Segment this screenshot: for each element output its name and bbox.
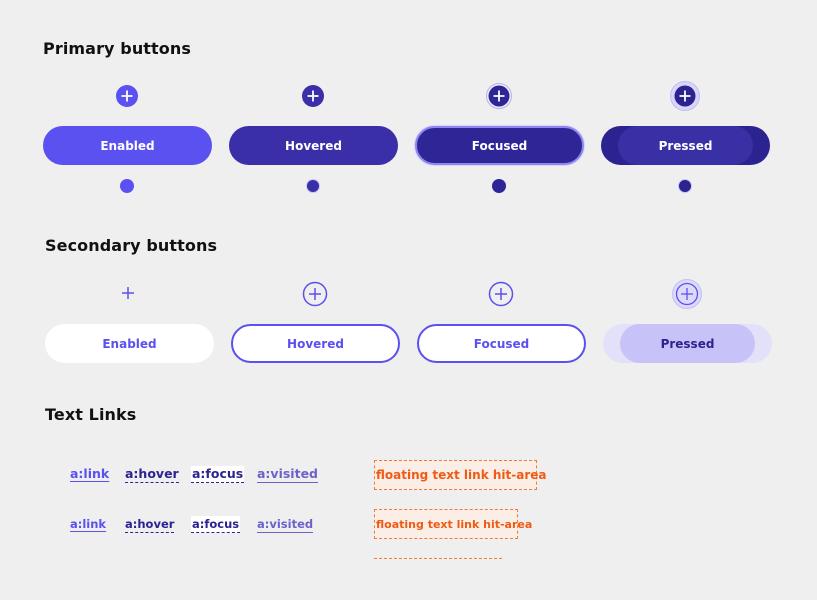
plus-circle-icon[interactable] <box>486 83 512 109</box>
link-state-hover[interactable]: a:hover <box>125 466 179 483</box>
primary-hovered-button[interactable]: Hovered <box>229 126 398 165</box>
plus-circle-icon[interactable] <box>116 85 138 107</box>
button-label: Enabled <box>100 138 155 153</box>
floating-link-hit-area[interactable]: floating text link hit-area <box>374 509 532 539</box>
button-label: Focused <box>471 138 528 153</box>
secondary-enabled-button[interactable]: Enabled <box>45 324 214 363</box>
button-label: Hovered <box>287 336 344 351</box>
link-state-link[interactable]: a:link <box>70 466 109 482</box>
plus-icon[interactable] <box>121 286 135 300</box>
link-state-link[interactable]: a:link <box>70 516 106 532</box>
link-state-focus[interactable]: a:focus <box>191 466 245 483</box>
text-links-heading: Text Links <box>45 405 137 424</box>
primary-enabled-button[interactable]: Enabled <box>43 126 212 165</box>
plus-circle-icon[interactable] <box>672 279 702 309</box>
plus-circle-icon[interactable] <box>302 281 328 307</box>
button-label: Hovered <box>285 138 342 153</box>
dot-icon[interactable] <box>678 179 692 193</box>
primary-focused-button[interactable]: Focused <box>415 126 584 165</box>
floating-link-hit-area[interactable]: floating text link hit-area <box>374 460 546 490</box>
secondary-pressed-button[interactable]: Pressed <box>603 324 772 363</box>
secondary-buttons-heading: Secondary buttons <box>45 236 218 255</box>
link-state-focus[interactable]: a:focus <box>191 516 241 533</box>
secondary-focused-button[interactable]: Focused <box>417 324 586 363</box>
plus-circle-icon[interactable] <box>670 81 700 111</box>
plus-circle-icon[interactable] <box>302 85 324 107</box>
link-state-visited[interactable]: a:visited <box>257 466 318 483</box>
button-label: Focused <box>473 336 530 351</box>
dot-icon[interactable] <box>120 179 134 193</box>
floating-link-label: floating text link hit-area <box>376 468 547 482</box>
dot-icon[interactable] <box>306 179 320 193</box>
primary-buttons-heading: Primary buttons <box>43 39 192 58</box>
button-label: Pressed <box>658 138 713 153</box>
link-state-visited[interactable]: a:visited <box>257 516 314 533</box>
hit-area-guide-line <box>374 558 502 559</box>
plus-circle-icon[interactable] <box>488 281 514 307</box>
link-state-hover[interactable]: a:hover <box>125 516 175 533</box>
secondary-hovered-button[interactable]: Hovered <box>231 324 400 363</box>
dot-icon[interactable] <box>492 179 506 193</box>
button-label: Pressed <box>660 336 715 351</box>
floating-link-label: floating text link hit-area <box>376 517 533 531</box>
button-label: Enabled <box>102 336 157 351</box>
primary-pressed-button[interactable]: Pressed <box>601 126 770 165</box>
